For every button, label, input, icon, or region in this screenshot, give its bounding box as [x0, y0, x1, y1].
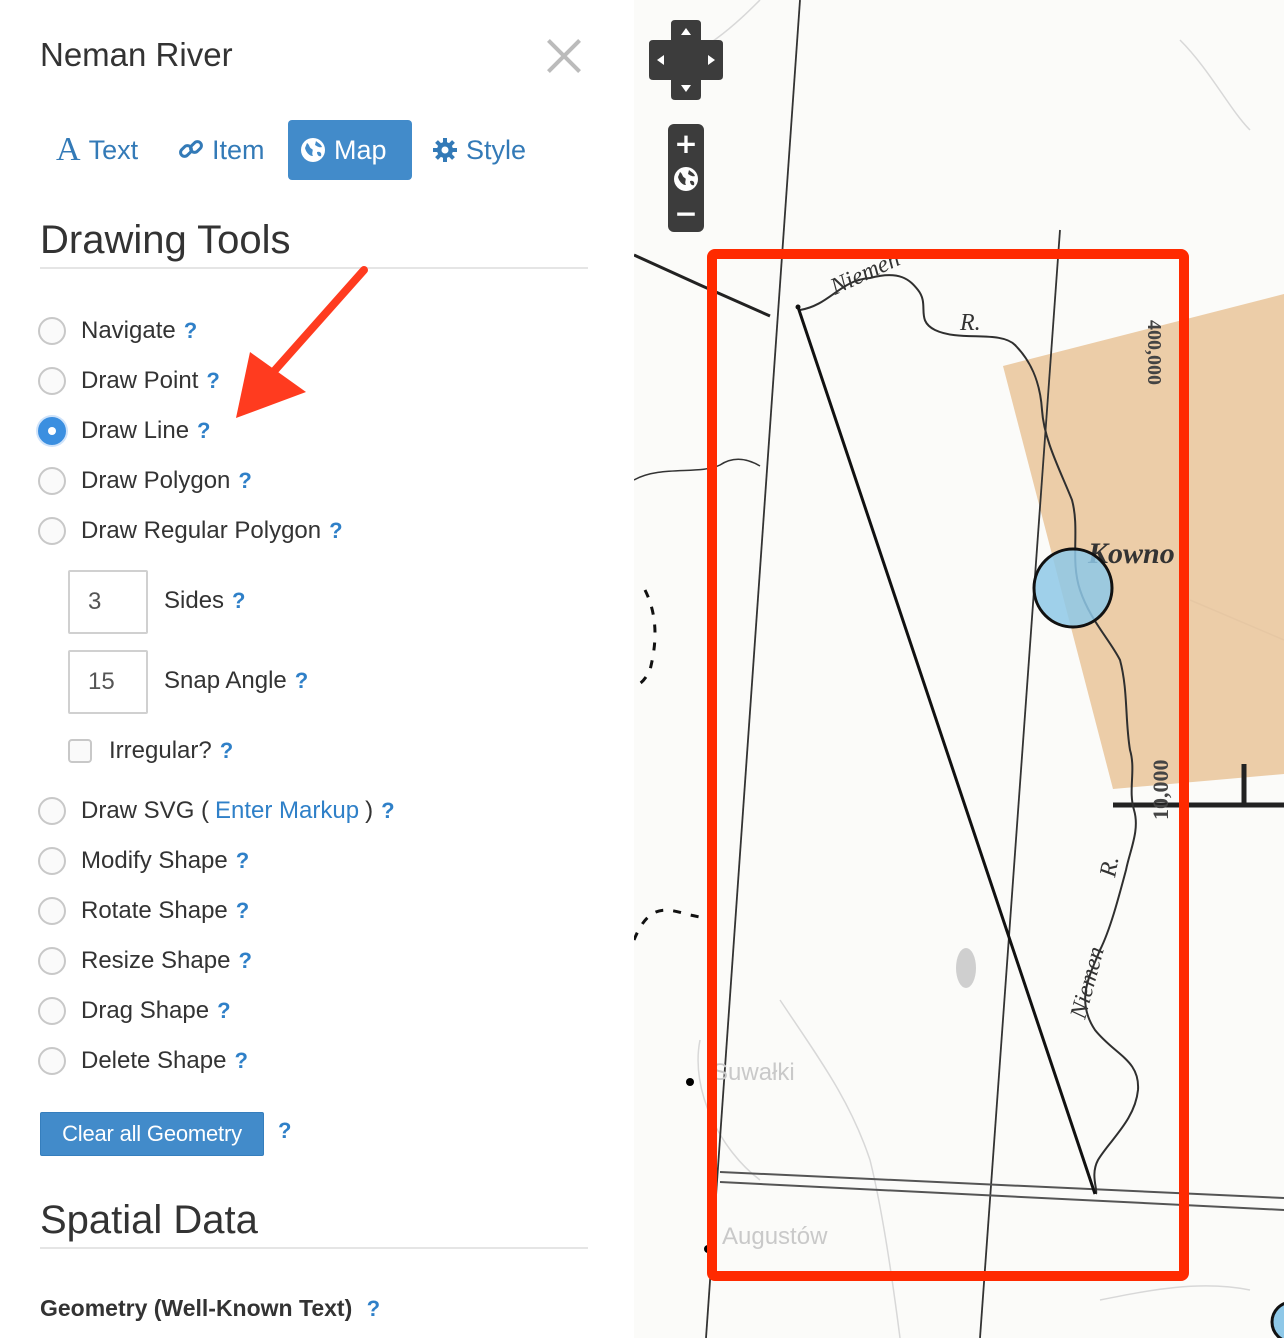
option-draw-regular-polygon[interactable]: Draw Regular Polygon ? [38, 511, 343, 551]
help-icon[interactable]: ? [238, 468, 251, 494]
help-icon[interactable]: ? [278, 1118, 291, 1144]
tab-text[interactable]: A Text [44, 120, 150, 180]
tab-style[interactable]: Style [420, 120, 538, 180]
option-label: Draw Polygon [81, 467, 231, 494]
close-icon[interactable] [540, 32, 588, 80]
pan-control[interactable] [649, 20, 723, 100]
draw-regular-polygon-radio[interactable] [38, 517, 66, 545]
drag-shape-radio[interactable] [38, 997, 66, 1025]
draw-polygon-radio[interactable] [38, 467, 66, 495]
zoom-control: + − [668, 124, 704, 232]
irregular-label: Irregular? [109, 737, 212, 764]
svg-text:Suwałki: Suwałki [712, 1059, 795, 1086]
enter-markup-link[interactable]: Enter Markup [215, 797, 359, 825]
sides-label: Sides [164, 587, 225, 614]
globe-icon [674, 167, 698, 191]
option-label: Resize Shape [81, 947, 231, 974]
clear-all-geometry-button[interactable]: Clear all Geometry [40, 1112, 264, 1156]
option-label: Draw Regular Polygon [81, 517, 322, 544]
zoom-out-button[interactable]: − [668, 196, 704, 230]
geometry-wkt-label: Geometry (Well-Known Text) [40, 1295, 353, 1321]
help-icon[interactable]: ? [238, 948, 251, 974]
option-label-suffix: ) [365, 797, 374, 824]
divider [40, 1247, 588, 1249]
option-resize-shape[interactable]: Resize Shape ? [38, 941, 252, 981]
snap-angle-label-row: Snap Angle ? [164, 661, 308, 701]
zoom-in-button[interactable]: + [668, 126, 704, 160]
option-label: Draw Line [81, 417, 190, 444]
sides-input[interactable] [68, 570, 148, 634]
snap-angle-input[interactable] [68, 650, 148, 714]
help-icon[interactable]: ? [329, 518, 342, 544]
rotate-shape-radio[interactable] [38, 897, 66, 925]
option-rotate-shape[interactable]: Rotate Shape ? [38, 891, 249, 931]
map-canvas[interactable]: Niemen R. R. Niemen Kowno Suwałki August… [634, 0, 1284, 1338]
option-draw-point[interactable]: Draw Point ? [38, 361, 220, 401]
modify-shape-radio[interactable] [38, 847, 66, 875]
spatial-data-heading: Spatial Data [40, 1198, 258, 1242]
snap-angle-label: Snap Angle [164, 667, 287, 694]
svg-text:R.: R. [1095, 854, 1124, 880]
help-icon[interactable]: ? [197, 418, 210, 444]
option-label: Delete Shape [81, 1047, 227, 1074]
irregular-label-row: Irregular? ? [109, 731, 233, 771]
option-label: Modify Shape [81, 847, 228, 874]
option-draw-line[interactable]: Draw Line ? [38, 411, 211, 451]
svg-text:10,000: 10,000 [1148, 760, 1173, 821]
option-modify-shape[interactable]: Modify Shape ? [38, 841, 249, 881]
tab-label: Item [212, 134, 265, 165]
editor-panel: Neman River A Text Item Map Style Drawin… [0, 0, 634, 1338]
draw-point-radio[interactable] [38, 367, 66, 395]
option-label: Drag Shape [81, 997, 210, 1024]
draw-svg-radio[interactable] [38, 797, 66, 825]
navigate-radio[interactable] [38, 317, 66, 345]
option-drag-shape[interactable]: Drag Shape ? [38, 991, 231, 1031]
help-icon[interactable]: ? [236, 898, 249, 924]
panel-title: Neman River [40, 36, 233, 73]
zoom-world-button[interactable] [668, 162, 704, 196]
help-icon[interactable]: ? [381, 798, 394, 824]
svg-text:Niemen: Niemen [1065, 944, 1109, 1023]
divider [40, 267, 588, 269]
help-icon[interactable]: ? [295, 668, 308, 694]
delete-shape-radio[interactable] [38, 1047, 66, 1075]
point-marker [1032, 547, 1114, 629]
gear-icon [432, 137, 458, 163]
tab-label: Map [334, 134, 387, 165]
svg-text:400,000: 400,000 [1143, 320, 1165, 385]
help-icon[interactable]: ? [367, 1296, 380, 1321]
help-icon[interactable]: ? [206, 368, 219, 394]
option-delete-shape[interactable]: Delete Shape ? [38, 1041, 248, 1081]
svg-text:R.: R. [959, 310, 981, 336]
globe-icon [300, 137, 326, 163]
help-icon[interactable]: ? [217, 998, 230, 1024]
irregular-checkbox[interactable] [68, 739, 92, 763]
historical-basemap: Niemen R. R. Niemen Kowno Suwałki August… [634, 0, 1284, 1338]
option-label: Navigate [81, 317, 176, 344]
sides-label-row: Sides ? [164, 581, 246, 621]
text-icon: A [56, 131, 81, 168]
tab-item[interactable]: Item [166, 120, 277, 180]
tab-map[interactable]: Map [288, 120, 412, 180]
option-draw-svg[interactable]: Draw SVG ( Enter Markup ) ? [38, 791, 395, 831]
drawing-tools-heading: Drawing Tools [40, 218, 291, 262]
option-label: Draw Point [81, 367, 199, 394]
resize-shape-radio[interactable] [38, 947, 66, 975]
help-icon[interactable]: ? [220, 738, 233, 764]
help-icon[interactable]: ? [236, 848, 249, 874]
option-label: Draw SVG ( [81, 797, 210, 824]
help-icon[interactable]: ? [232, 588, 245, 614]
tab-label: Text [88, 134, 139, 165]
option-label: Rotate Shape [81, 897, 228, 924]
tab-label: Style [466, 134, 527, 165]
link-icon [178, 137, 204, 163]
draw-line-radio[interactable] [38, 417, 66, 445]
option-draw-polygon[interactable]: Draw Polygon ? [38, 461, 252, 501]
geometry-wkt-label-row: Geometry (Well-Known Text) ? [40, 1295, 380, 1322]
svg-text:Augustów: Augustów [722, 1223, 828, 1250]
option-navigate[interactable]: Navigate ? [38, 311, 197, 351]
help-icon[interactable]: ? [234, 1048, 247, 1074]
help-icon[interactable]: ? [184, 318, 197, 344]
